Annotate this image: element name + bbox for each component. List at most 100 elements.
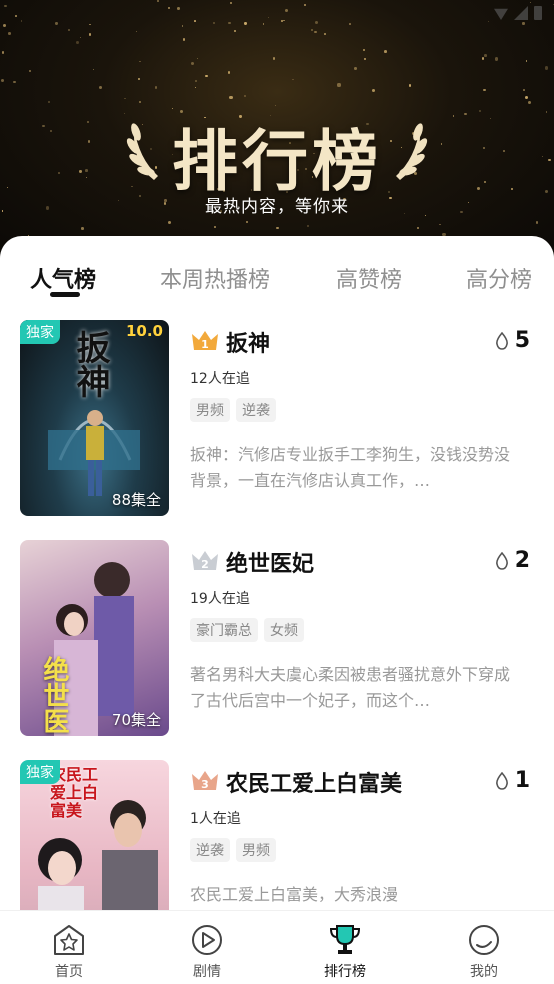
sparkle-dot	[28, 69, 31, 73]
sparkle-dot	[337, 83, 341, 87]
sparkle-dot	[354, 66, 357, 70]
sparkle-dot	[138, 77, 141, 80]
sparkle-dot	[285, 8, 289, 13]
sparkle-dot	[529, 1, 532, 4]
sparkle-dot	[544, 66, 549, 70]
hero-title: 排行榜	[172, 122, 382, 200]
sparkle-dot	[47, 100, 51, 104]
sparkle-dot	[416, 226, 419, 229]
poster-image[interactable]: 绝世医 70集全	[20, 540, 169, 736]
heat-indicator: 1	[495, 768, 530, 793]
tag[interactable]: 男频	[236, 838, 276, 862]
tag-list: 男频 逆袭	[190, 398, 276, 422]
sparkle-dot	[212, 21, 216, 25]
sparkle-dot	[228, 21, 232, 25]
ranking-list-item[interactable]: 绝世医 70集全 2 绝世医妃 2 19人在追 豪门霸总 女频 著名男科大夫虞心…	[20, 540, 540, 736]
tag[interactable]: 女频	[264, 618, 304, 642]
sparkle-dot	[310, 28, 313, 32]
poster-title-art: 扳神	[70, 330, 110, 398]
tag[interactable]: 逆袭	[236, 398, 276, 422]
sparkle-dot	[89, 23, 91, 25]
tab-weekly-hot[interactable]: 本周热播榜	[160, 262, 270, 294]
sparkle-dot	[98, 86, 102, 90]
crown-gold-icon: 1	[192, 331, 218, 351]
sparkle-dot	[484, 54, 487, 57]
sparkle-dot	[1, 50, 5, 54]
sparkle-dot	[227, 71, 230, 74]
nav-ranking[interactable]: 排行榜	[310, 923, 380, 981]
sparkle-dot	[229, 2, 232, 5]
followers-count: 12人在追	[190, 371, 250, 387]
sparkle-dot	[194, 86, 196, 88]
tag[interactable]: 逆袭	[190, 838, 230, 862]
sparkle-dot	[314, 21, 319, 25]
ranking-hero-banner: 排行榜 最热内容，等你来	[0, 0, 554, 262]
tag[interactable]: 男频	[190, 398, 230, 422]
bottom-navigation: 首页 剧情 排行榜 我的	[0, 910, 554, 984]
ranking-list-item[interactable]: 扳神 独家 10.0 88集全 1 扳神 5 12人在追 男频 逆袭 扳神：汽修…	[20, 320, 540, 516]
sparkle-dot	[275, 104, 277, 107]
sparkle-dot	[272, 57, 276, 61]
sparkle-dot	[306, 225, 309, 228]
tab-top-rated[interactable]: 高分榜	[466, 262, 532, 294]
wifi-icon	[494, 8, 508, 20]
drama-description: 著名男科大夫虞心柔因被患者骚扰意外下穿成了古代后宫中一个妃子，而这个…	[190, 665, 510, 710]
drama-title[interactable]: 绝世医妃	[226, 546, 314, 578]
sparkle-dot	[522, 22, 525, 25]
hero-subtitle: 最热内容，等你来	[205, 197, 349, 217]
sparkle-dot	[68, 29, 71, 32]
tab-most-liked[interactable]: 高赞榜	[336, 262, 402, 294]
sparkle-dot	[181, 25, 184, 27]
drama-title[interactable]: 扳神	[226, 326, 270, 358]
sparkle-dot	[535, 221, 538, 224]
rank-number: 1	[201, 338, 209, 351]
sparkle-dot	[244, 94, 247, 97]
followers-count: 19人在追	[190, 591, 250, 607]
heat-indicator: 2	[495, 548, 530, 573]
sparkle-dot	[88, 33, 92, 37]
flame-icon	[495, 331, 508, 350]
tag[interactable]: 豪门霸总	[190, 618, 258, 642]
laurel-right-icon	[396, 123, 428, 180]
sparkle-dot	[79, 36, 81, 38]
sparkle-dot	[528, 100, 532, 104]
rank-number: 2	[201, 558, 209, 571]
poster-image[interactable]: 扳神 独家 10.0 88集全	[20, 320, 169, 516]
episode-count: 70集全	[111, 711, 161, 729]
sparkle-dot	[81, 227, 84, 230]
status-bar	[494, 6, 542, 20]
profile-icon	[469, 925, 499, 955]
sparkle-dot	[1, 78, 5, 83]
flame-icon	[495, 551, 508, 570]
heat-count: 5	[514, 328, 530, 353]
trophy-icon	[329, 925, 361, 954]
sparkle-dot	[409, 84, 412, 87]
score-badge: 10.0	[125, 322, 163, 340]
sparkle-dot	[233, 30, 236, 33]
nav-home[interactable]: 首页	[34, 923, 104, 981]
nav-drama[interactable]: 剧情	[172, 923, 242, 981]
nav-label: 排行榜	[324, 964, 366, 980]
sparkle-dot	[267, 16, 270, 19]
tag-list: 豪门霸总 女频	[190, 618, 304, 642]
tab-popular[interactable]: 人气榜	[30, 262, 96, 294]
sparkle-dot	[135, 30, 137, 32]
flame-icon	[495, 771, 508, 790]
sparkle-dot	[364, 58, 366, 60]
sparkle-dot	[292, 78, 294, 81]
exclusive-badge: 独家	[20, 760, 60, 784]
item-info: 2 绝世医妃 2 19人在追 豪门霸总 女频 著名男科大夫虞心柔因被患者骚扰意外…	[190, 540, 534, 736]
tag-list: 逆袭 男频	[190, 838, 276, 862]
followers-count: 1人在追	[190, 811, 241, 827]
sparkle-dot	[168, 7, 170, 9]
nav-profile[interactable]: 我的	[449, 923, 519, 981]
sparkle-dot	[197, 57, 199, 59]
sparkle-dot	[304, 4, 307, 7]
crown-silver-icon: 2	[192, 551, 218, 571]
sparkle-dot	[439, 224, 441, 226]
drama-title[interactable]: 农民工爱上白富美	[226, 766, 402, 798]
heat-indicator: 5	[495, 328, 530, 353]
heat-count: 2	[514, 548, 530, 573]
heat-count: 1	[514, 768, 530, 793]
sparkle-dot	[276, 226, 279, 230]
